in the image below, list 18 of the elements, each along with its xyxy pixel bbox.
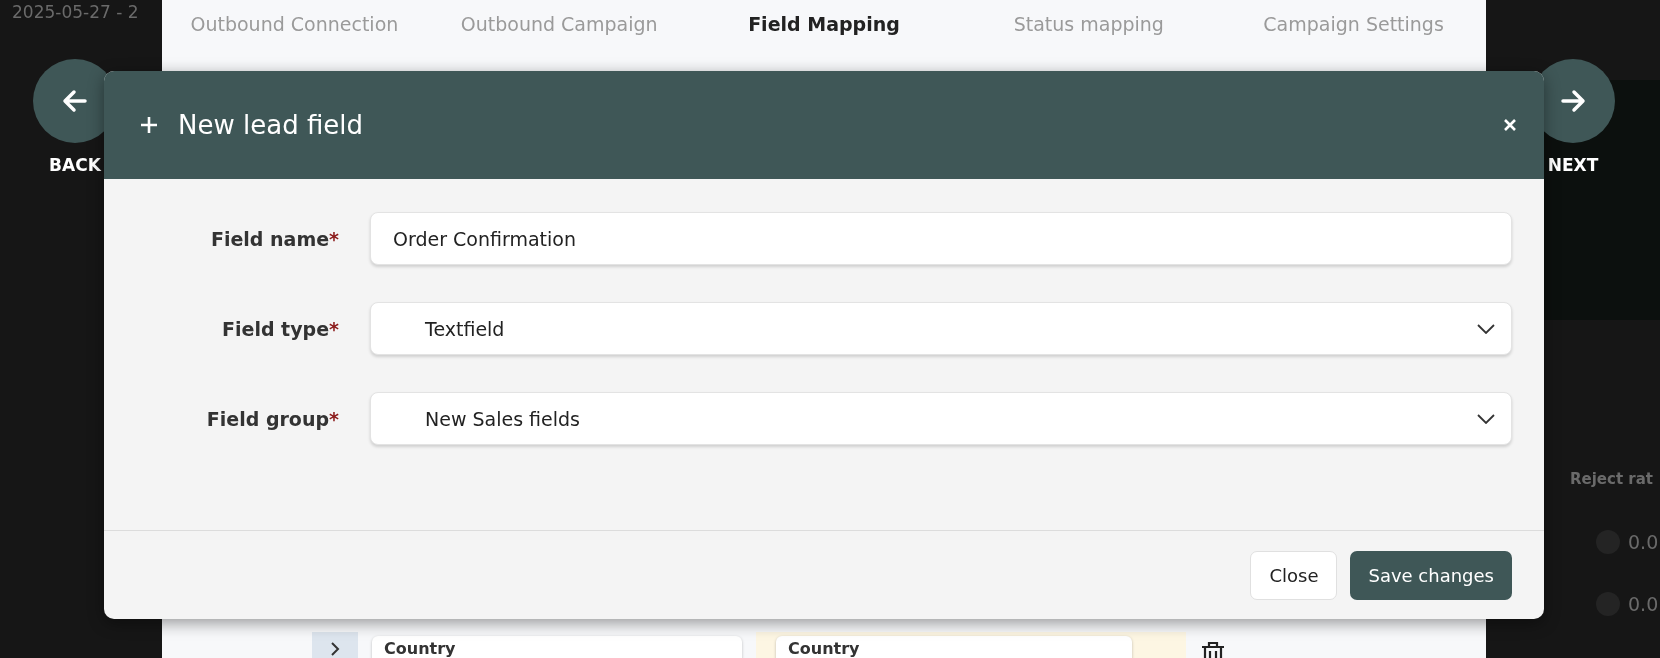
rate-value: 0.0 <box>1628 531 1659 553</box>
close-button[interactable]: Close <box>1250 550 1338 600</box>
country-select[interactable]: Country <box>776 636 1132 658</box>
select-field[interactable]: Textfield <box>370 302 1512 355</box>
date-range-text: 2025-05-27 - 2 <box>11 1 140 22</box>
save-button[interactable]: Save changes <box>1350 550 1512 600</box>
select-field[interactable]: New Sales fields <box>370 392 1512 445</box>
column-header: Reject rat <box>1570 470 1654 488</box>
country-select[interactable]: Country <box>372 636 742 658</box>
nav-label: NEXT <box>1547 155 1599 175</box>
field-label: Field name* <box>209 227 339 250</box>
wizard-tab[interactable]: Field Mapping <box>691 13 957 35</box>
rate-value: 0.0 <box>1628 593 1659 615</box>
field-label: Field type* <box>221 317 339 340</box>
text-input[interactable]: Order Confirmation <box>370 212 1512 265</box>
field-label: Field group* <box>205 407 339 430</box>
modal-title: New lead field <box>178 110 364 140</box>
nav-label: BACK <box>49 155 101 175</box>
